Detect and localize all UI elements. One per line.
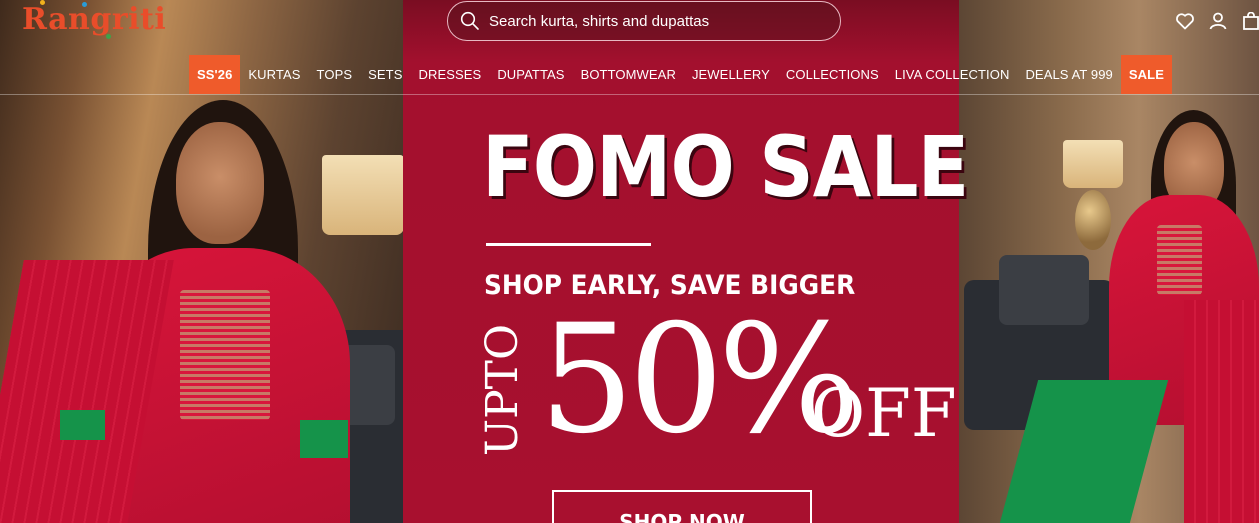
bag-icon[interactable] — [1243, 12, 1259, 30]
nav-item-tops[interactable]: TOPS — [317, 55, 353, 94]
nav-item-bottomwear[interactable]: BOTTOMWEAR — [581, 55, 676, 94]
search-input[interactable] — [489, 12, 819, 30]
heart-icon[interactable] — [1175, 12, 1195, 30]
search-bar[interactable] — [447, 1, 841, 41]
nav-item-ss26[interactable]: SS'26 — [189, 55, 241, 94]
user-icon[interactable] — [1209, 12, 1227, 30]
search-icon — [460, 11, 479, 30]
main-nav: SS'26 KURTAS TOPS SETS DRESSES DUPATTAS … — [189, 55, 1172, 94]
nav-item-sets[interactable]: SETS — [368, 55, 402, 94]
nav-item-liva-collection[interactable]: LIVA COLLECTION — [895, 55, 1010, 94]
logo-dot — [82, 2, 87, 7]
banner-discount: 50% — [539, 293, 860, 467]
brand-logo[interactable]: Rangriti — [22, 0, 167, 39]
nav-item-dresses[interactable]: DRESSES — [418, 55, 481, 94]
banner-headline: FOMO SALE — [482, 118, 969, 216]
headline-divider — [486, 243, 651, 246]
nav-item-deals-at-999[interactable]: DEALS AT 999 — [1025, 55, 1112, 94]
banner-upto: UPTO — [477, 323, 528, 456]
nav-item-kurtas[interactable]: KURTAS — [248, 55, 300, 94]
nav-item-sale[interactable]: SALE — [1120, 55, 1172, 94]
logo-dot — [106, 34, 111, 39]
nav-item-jewellery[interactable]: JEWELLERY — [692, 55, 770, 94]
logo-text: Rangriti — [22, 2, 167, 37]
banner-off: OFF — [811, 375, 957, 452]
nav-divider — [0, 94, 1259, 95]
nav-item-dupattas[interactable]: DUPATTAS — [497, 55, 564, 94]
nav-item-collections[interactable]: COLLECTIONS — [786, 55, 879, 94]
logo-dot — [40, 0, 45, 5]
shop-now-button[interactable]: SHOP NOW — [552, 490, 812, 523]
